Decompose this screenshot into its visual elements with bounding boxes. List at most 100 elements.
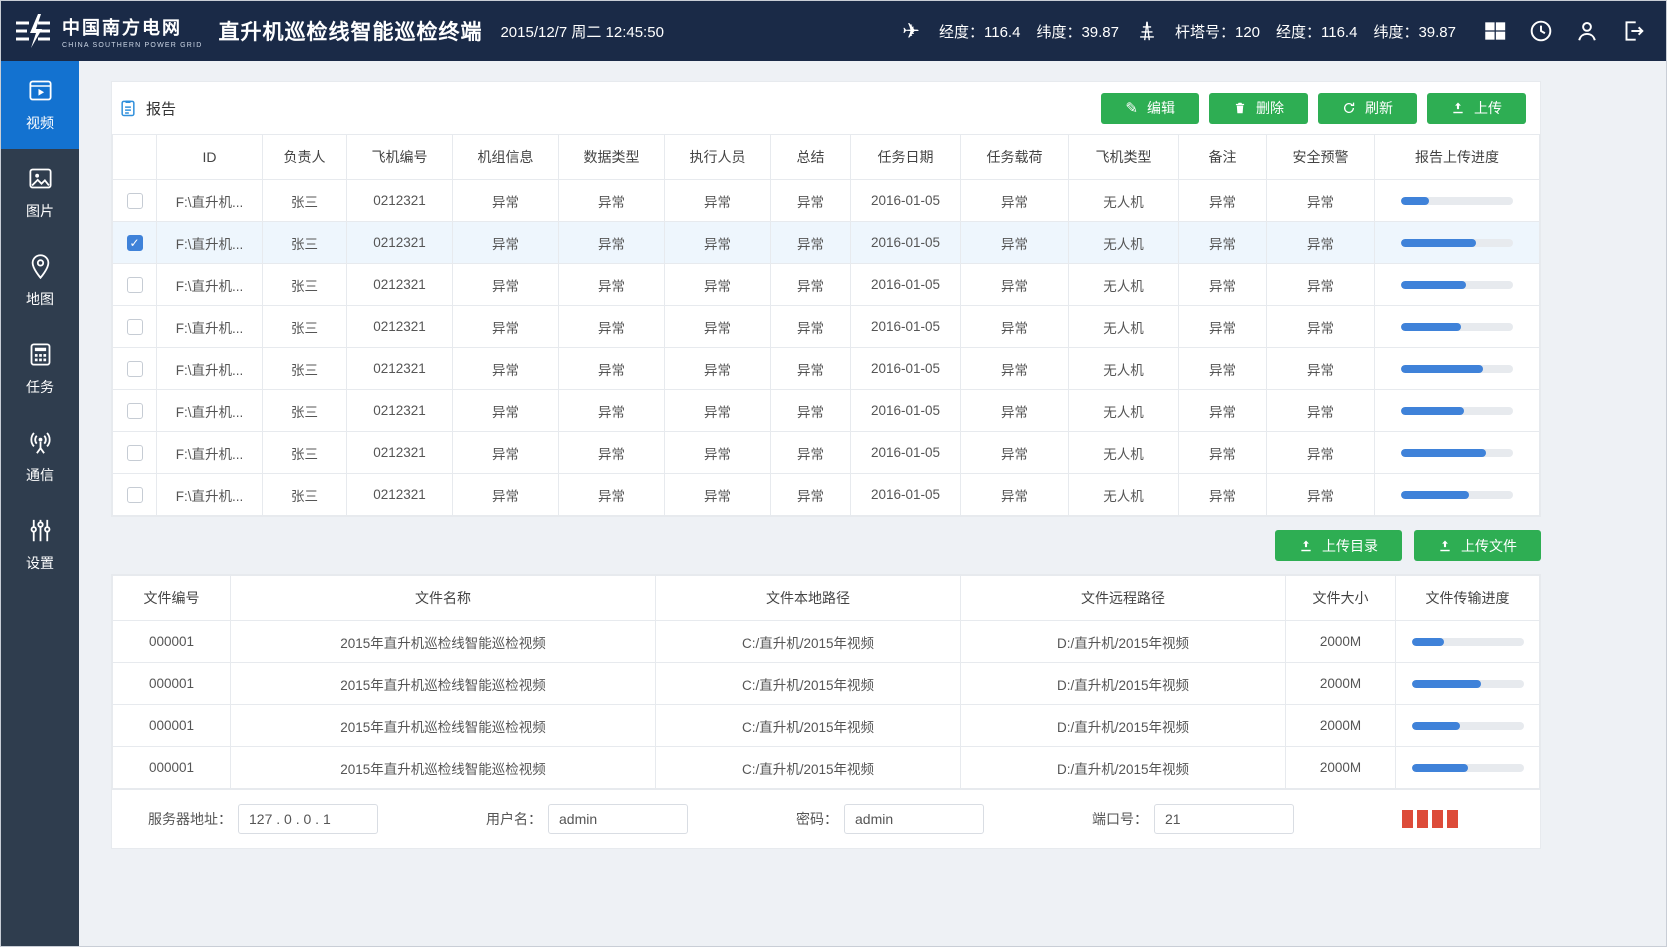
table-cell: D:/直升机/2015年视频 (961, 705, 1286, 747)
row-checkbox[interactable] (127, 319, 143, 335)
table-cell: 异常 (771, 306, 851, 348)
table-cell: 异常 (453, 306, 559, 348)
table-cell: D:/直升机/2015年视频 (961, 747, 1286, 789)
table-cell: 无人机 (1069, 432, 1179, 474)
row-checkbox[interactable] (127, 193, 143, 209)
server-address-input[interactable] (238, 804, 378, 834)
table-cell: 无人机 (1069, 264, 1179, 306)
tower-number-value: 杆塔号：120 (1175, 21, 1260, 42)
server-address-label: 服务器地址： (148, 809, 232, 829)
map-pin-icon (27, 253, 54, 280)
table-cell: 2000M (1286, 705, 1396, 747)
progress-bar (1401, 239, 1513, 247)
column-header: 总结 (771, 135, 851, 180)
table-cell: 异常 (665, 432, 771, 474)
upload-icon (1299, 539, 1313, 553)
sidebar-item-communication[interactable]: 通信 (1, 413, 79, 501)
sidebar-item-label: 通信 (26, 465, 54, 485)
upload-file-button[interactable]: 上传文件 (1414, 530, 1541, 561)
column-header: ID (157, 135, 263, 180)
sidebar-item-settings[interactable]: 设置 (1, 501, 79, 589)
table-cell: 2016-01-05 (851, 348, 961, 390)
progress-bar (1412, 764, 1524, 772)
sidebar-item-map[interactable]: 地图 (1, 237, 79, 325)
sidebar-item-video[interactable]: 视频 (1, 61, 79, 149)
upload-directory-button[interactable]: 上传目录 (1275, 530, 1402, 561)
password-input[interactable] (844, 804, 984, 834)
table-cell: 异常 (1179, 474, 1267, 516)
table-cell: 异常 (1267, 474, 1375, 516)
table-cell: 0212321 (347, 390, 453, 432)
trash-icon (1233, 101, 1247, 115)
table-cell: F:\直升机... (157, 306, 263, 348)
row-checkbox[interactable] (127, 487, 143, 503)
refresh-button-label: 刷新 (1365, 98, 1393, 118)
table-cell: 2016-01-05 (851, 264, 961, 306)
upload-button[interactable]: 上传 (1427, 93, 1526, 124)
tower-longitude-value: 经度：116.4 (1276, 21, 1357, 42)
windows-icon[interactable] (1482, 18, 1508, 44)
table-cell: 异常 (1267, 348, 1375, 390)
delete-button[interactable]: 删除 (1209, 93, 1308, 124)
table-cell: 无人机 (1069, 306, 1179, 348)
sidebar-item-label: 地图 (26, 289, 54, 309)
row-checkbox[interactable] (127, 235, 143, 251)
table-cell: 异常 (453, 390, 559, 432)
logout-icon[interactable] (1620, 18, 1646, 44)
row-checkbox[interactable] (127, 361, 143, 377)
sidebar-item-images[interactable]: 图片 (1, 149, 79, 237)
row-checkbox[interactable] (127, 277, 143, 293)
progress-bar (1412, 680, 1524, 688)
report-panel: 报告 ✎ 编辑 删除 (111, 81, 1541, 517)
table-cell: 0212321 (347, 180, 453, 222)
column-header: 飞机类型 (1069, 135, 1179, 180)
table-cell: 张三 (263, 348, 347, 390)
table-cell: 张三 (263, 222, 347, 264)
sidebar: 视频 图片 地图 (1, 61, 79, 946)
table-cell: 异常 (559, 264, 665, 306)
table-cell: 异常 (665, 306, 771, 348)
sidebar-item-label: 图片 (26, 201, 54, 221)
table-cell: 2016-01-05 (851, 222, 961, 264)
table-cell: 异常 (665, 222, 771, 264)
settings-sliders-icon (27, 517, 54, 544)
report-row: F:\直升机...张三0212321异常异常异常异常2016-01-05异常无人… (113, 390, 1540, 432)
datetime-text: 2015/12/7 周二 12:45:50 (500, 21, 663, 42)
progress-bar (1401, 407, 1513, 415)
user-icon[interactable] (1574, 18, 1600, 44)
table-cell: 000001 (113, 747, 231, 789)
app-title: 直升机巡检线智能巡检终端 (218, 16, 482, 46)
table-cell: 000001 (113, 663, 231, 705)
progress-bar (1412, 638, 1524, 646)
table-cell: 0212321 (347, 264, 453, 306)
table-cell: C:/直升机/2015年视频 (656, 663, 961, 705)
table-cell: 无人机 (1069, 474, 1179, 516)
table-cell: 2000M (1286, 663, 1396, 705)
table-cell: 张三 (263, 390, 347, 432)
app-window: 中国南方电网 CHINA SOUTHERN POWER GRID 直升机巡检线智… (0, 0, 1667, 947)
port-input[interactable] (1154, 804, 1294, 834)
column-header: 文件远程路径 (961, 576, 1286, 621)
progress-bar (1401, 281, 1513, 289)
report-row: F:\直升机...张三0212321异常异常异常异常2016-01-05异常无人… (113, 222, 1540, 264)
sidebar-item-label: 任务 (26, 377, 54, 397)
refresh-button[interactable]: 刷新 (1318, 93, 1417, 124)
table-cell: 异常 (771, 348, 851, 390)
table-cell: 张三 (263, 432, 347, 474)
history-clock-icon[interactable] (1528, 18, 1554, 44)
edit-button[interactable]: ✎ 编辑 (1101, 93, 1199, 124)
main-content: 报告 ✎ 编辑 删除 (79, 61, 1666, 946)
table-cell: 张三 (263, 306, 347, 348)
table-cell: 异常 (559, 222, 665, 264)
row-checkbox[interactable] (127, 445, 143, 461)
row-checkbox[interactable] (127, 403, 143, 419)
username-input[interactable] (548, 804, 688, 834)
table-cell: 无人机 (1069, 180, 1179, 222)
edit-button-label: 编辑 (1147, 98, 1175, 118)
table-cell: 异常 (1267, 306, 1375, 348)
upload-icon (1451, 101, 1465, 115)
column-header: 数据类型 (559, 135, 665, 180)
table-cell: 异常 (771, 390, 851, 432)
antenna-icon (27, 429, 54, 456)
sidebar-item-tasks[interactable]: 任务 (1, 325, 79, 413)
